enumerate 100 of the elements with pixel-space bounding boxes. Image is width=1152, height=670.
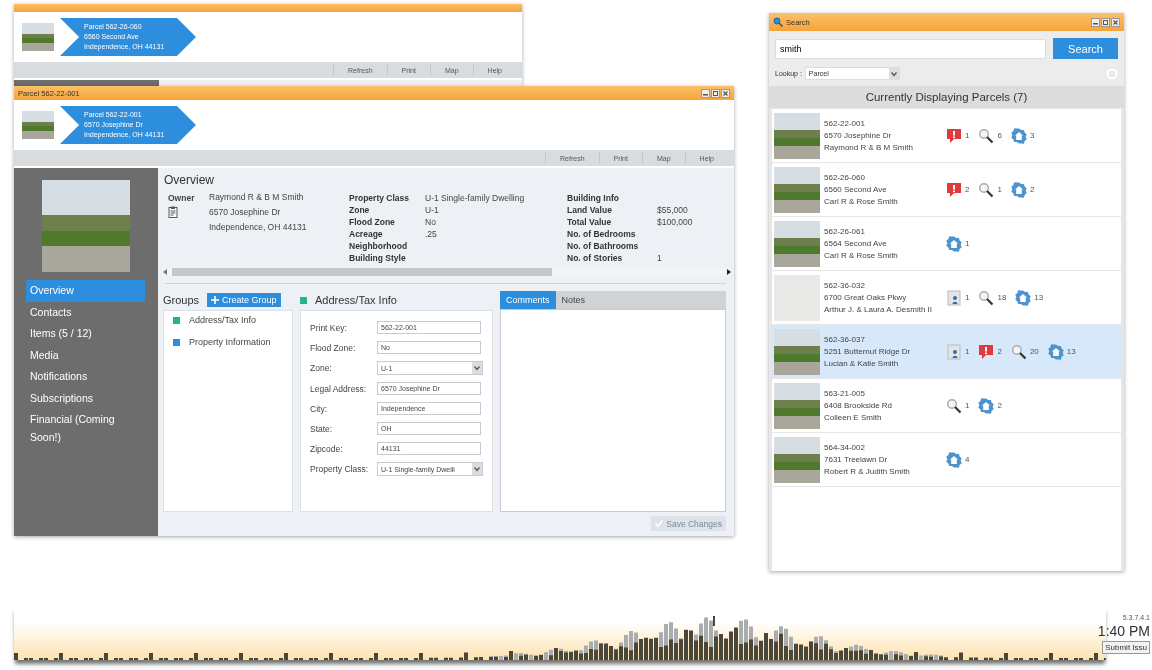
checkmark-icon xyxy=(655,520,664,527)
field-label: Flood Zone: xyxy=(310,342,357,353)
alert-bubble-icon xyxy=(978,343,995,360)
house-badge-icon xyxy=(1015,289,1032,306)
field-label: No. of Stories xyxy=(567,252,623,264)
parcel-number: 563-21-005 xyxy=(824,387,865,400)
house-badge-icon xyxy=(946,235,962,252)
field-label: Flood Zone xyxy=(349,216,395,228)
house-count: 13 xyxy=(1034,293,1044,302)
field-label: No. of Bathrooms xyxy=(567,240,639,252)
house-badge-icon xyxy=(978,397,995,414)
address-text: 6564 Second Ave xyxy=(824,237,887,250)
parcel-number: 562-36-037 xyxy=(824,333,865,346)
group-item[interactable]: Address/Tax Info xyxy=(189,315,257,325)
sidebar-item[interactable]: Contacts xyxy=(26,301,145,323)
house-count: 1 xyxy=(965,239,970,248)
tab[interactable]: Notes xyxy=(555,291,592,309)
search-field[interactable]: smith xyxy=(775,38,1046,59)
sidebar-item[interactable]: Subscriptions xyxy=(26,387,145,409)
field-label: Property Class: xyxy=(310,464,370,474)
house-badge-icon xyxy=(1010,127,1027,144)
maximize-icon[interactable] xyxy=(711,88,720,98)
field-label: Acreage xyxy=(349,228,383,240)
field-value: $100,000 xyxy=(657,216,693,228)
horizontal-scrollbar[interactable] xyxy=(163,268,731,276)
owner-text: Robert R & Judith Smith xyxy=(824,465,910,478)
address-text: 6570 Josephine Dr xyxy=(824,129,892,142)
group-item[interactable]: Property Information xyxy=(189,337,271,347)
house-count: 3 xyxy=(1029,131,1035,140)
clock-time: 1:40 PM xyxy=(1097,623,1150,639)
parcel-number: 564-34-002 xyxy=(824,441,865,454)
magnifier-icon xyxy=(946,397,962,414)
magnifier-icon xyxy=(1010,343,1027,360)
maximize-icon[interactable] xyxy=(1101,17,1110,27)
inspection-count: 1 xyxy=(965,401,970,410)
inspection-count: 18 xyxy=(997,293,1007,302)
field-label: Legal Address: xyxy=(310,383,368,394)
scroll-right-arrow-icon[interactable] xyxy=(727,269,731,275)
scroll-left-arrow-icon[interactable] xyxy=(163,269,167,275)
close-icon[interactable] xyxy=(1111,17,1120,27)
house-badge-icon xyxy=(946,451,962,468)
permit-count: 1 xyxy=(965,293,970,302)
sidebar-item[interactable]: Items (5 / 12) xyxy=(26,323,145,345)
field-value: U-1 Single-family Dwelling xyxy=(425,192,525,204)
caret-icon xyxy=(888,67,899,80)
owner-text: Colleen E Smith xyxy=(824,411,882,424)
result-row[interactable]: 562-36-032 6700 Great Oaks Pkwy Arthur J. & Laura A. Desmith II 1 18 13 xyxy=(772,271,1121,324)
magnifier-icon xyxy=(978,127,995,144)
search-icon xyxy=(773,17,783,27)
plus-icon xyxy=(211,296,220,304)
close-icon[interactable] xyxy=(721,88,730,98)
field-label: Building Info xyxy=(567,192,619,204)
sidebar-item[interactable]: Media xyxy=(26,344,145,366)
field-label: Total Value xyxy=(567,216,612,228)
parcel-number: 562-22-001 xyxy=(824,117,865,130)
inspection-count: 20 xyxy=(1029,347,1039,356)
field-label: Land Value xyxy=(567,204,612,216)
field-label: State: xyxy=(310,423,334,434)
sidebar-item[interactable]: Notifications xyxy=(26,366,145,388)
field-label: City: xyxy=(310,403,328,414)
result-row[interactable]: 562-36-037 5251 Butternut Ridge Dr Lucian & Katie Smith 1 2 20 13 xyxy=(772,325,1121,378)
sidebar-item[interactable]: Financial (Coming Soon!) xyxy=(26,409,145,448)
owner-text: Independence, OH 44131 xyxy=(209,221,307,234)
house-count: 2 xyxy=(997,401,1002,410)
result-row[interactable]: 562-26-060 6560 Second Ave Carl R & Rose Smith 2 1 2 xyxy=(772,163,1121,216)
result-row[interactable]: 562-26-061 6564 Second Ave Carl R & Rose Smith 1 xyxy=(772,217,1121,270)
submit-issue-button[interactable]: Submit Issu xyxy=(1102,641,1150,654)
house-badge-icon xyxy=(1010,181,1027,198)
minimize-icon[interactable] xyxy=(1091,17,1100,27)
field-label: Property Class xyxy=(349,192,409,204)
parcel-number: 562-26-060 xyxy=(824,171,865,184)
house-count: 4 xyxy=(965,455,970,464)
permit-count: 1 xyxy=(965,347,970,356)
owner-text: Lucian & Katie Smith xyxy=(824,357,899,370)
field-label: Building Style xyxy=(349,252,406,264)
address-text: 6560 Second Ave xyxy=(824,183,887,196)
caret-icon xyxy=(472,362,482,374)
inspection-count: 1 xyxy=(997,185,1002,194)
result-row[interactable]: 563-21-005 6408 Brookside Rd Colleen E Smith 1 2 xyxy=(772,379,1121,432)
field-value: 1 xyxy=(657,252,662,264)
field-label: Neighborhood xyxy=(349,240,408,252)
magnifier-icon xyxy=(978,289,995,306)
house-count: 2 xyxy=(1029,185,1035,194)
minimize-icon[interactable] xyxy=(701,88,710,98)
section-title: Address/Tax Info xyxy=(315,294,397,306)
field-value: $55,000 xyxy=(657,204,688,216)
document-icon xyxy=(946,343,962,360)
owner-text: Raymond R & B M Smith xyxy=(209,191,304,204)
owner-text: Raymond R & B M Smith xyxy=(824,141,913,154)
field-label: Print Key: xyxy=(310,322,348,333)
field-label: Owner xyxy=(168,192,195,204)
field-label: No. of Bedrooms xyxy=(567,228,636,240)
house-badge-icon xyxy=(1047,343,1064,360)
result-row[interactable]: 564-34-002 7631 Treelawn Dr Robert R & Judith Smith 4 xyxy=(772,433,1121,486)
field-label: Zipcode: xyxy=(310,443,344,454)
section-title: Groups xyxy=(163,294,200,306)
owner-text: 6570 Josephine Dr xyxy=(209,206,281,219)
alert-count: 2 xyxy=(965,185,970,194)
result-row[interactable]: 562-22-001 6570 Josephine Dr Raymond R & B M Smith 1 6 3 xyxy=(772,109,1121,162)
parcel-number: 562-26-061 xyxy=(824,225,865,238)
